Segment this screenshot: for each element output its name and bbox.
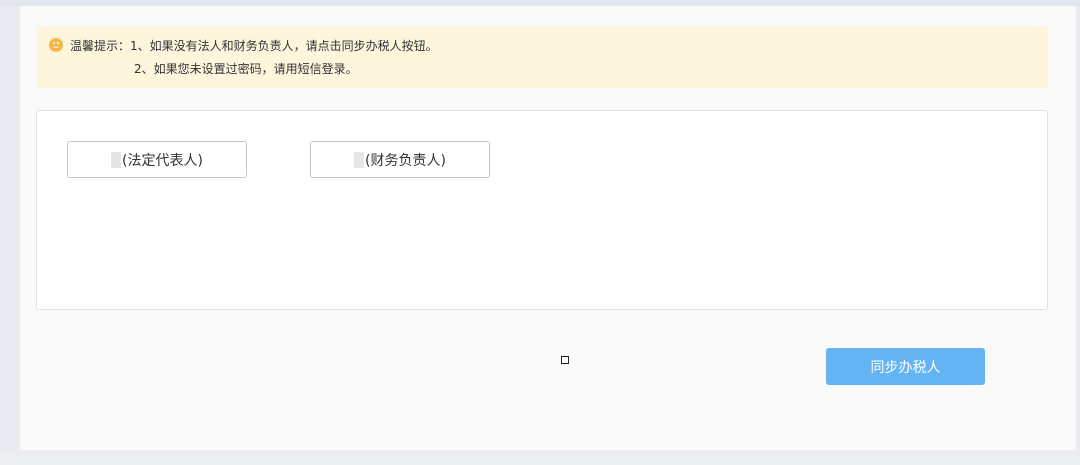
sync-tax-agent-button[interactable]: 同步办税人	[826, 348, 985, 385]
smile-icon	[49, 38, 63, 52]
redacted-name	[354, 151, 365, 168]
resize-handle[interactable]	[561, 356, 569, 364]
notice-banner: 温馨提示：1、如果没有法人和财务负责人，请点击同步办税人按钮。 2、如果您未设置…	[37, 26, 1048, 88]
notice-line-1: 温馨提示：1、如果没有法人和财务负责人，请点击同步办税人按钮。	[70, 39, 438, 53]
notice-line-2: 2、如果您未设置过密码，请用短信登录。	[134, 62, 358, 76]
role-selection-card	[36, 110, 1048, 310]
finance-head-label: (财务负责人)	[365, 152, 446, 169]
finance-head-button[interactable]: (财务负责人)	[310, 141, 490, 178]
redacted-name	[111, 151, 122, 168]
bottom-strip	[0, 450, 1080, 465]
legal-representative-button[interactable]: (法定代表人)	[67, 141, 247, 178]
legal-representative-label: (法定代表人)	[122, 152, 203, 169]
